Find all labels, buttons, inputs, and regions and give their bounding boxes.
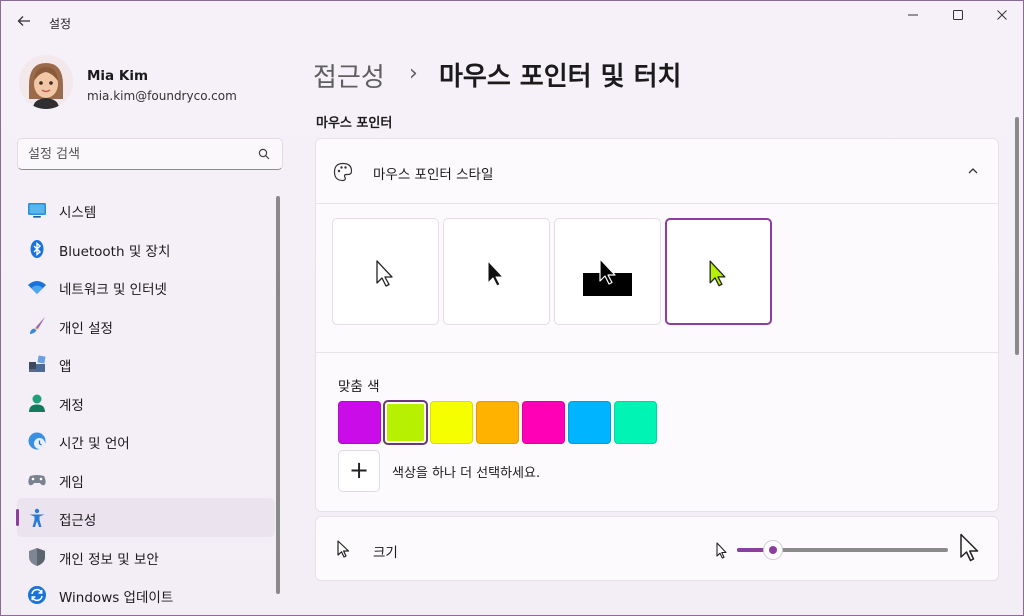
- color-swatch-lime[interactable]: [383, 400, 428, 445]
- sidebar-item-accounts[interactable]: 계정: [17, 383, 275, 422]
- update-icon: [28, 586, 46, 604]
- breadcrumb-separator: ›: [409, 61, 418, 86]
- pointer-style-black[interactable]: [443, 218, 550, 325]
- system-icon: [28, 203, 46, 218]
- minimize-icon: [908, 14, 918, 16]
- sidebar-item-windows-update[interactable]: Windows 업데이트: [17, 575, 275, 614]
- sidebar-item-label: 앱: [59, 359, 72, 375]
- sidebar-item-time-language[interactable]: 시간 및 언어: [17, 421, 275, 460]
- white-pointer-icon: [376, 260, 393, 287]
- accessibility-icon: [29, 508, 45, 527]
- sidebar-item-label: 개인 설정: [59, 320, 113, 337]
- selection-indicator: [16, 509, 19, 526]
- custom-color-label: 맞춤 색: [338, 379, 380, 395]
- sidebar-item-label: 게임: [59, 474, 84, 491]
- user-email: mia.kim@foundryco.com: [87, 89, 237, 103]
- back-button[interactable]: [13, 11, 35, 31]
- pointer-size-icon: [337, 540, 350, 558]
- back-arrow-icon: [17, 16, 30, 26]
- sidebar-item-label: Bluetooth 및 장치: [59, 243, 171, 260]
- minimize-button[interactable]: [893, 7, 933, 29]
- color-swatch-purple[interactable]: [338, 401, 381, 444]
- pointer-style-card: 마우스 포인터 스타일 맞춤 색 + 색상을 하나 더 선택하세요.: [315, 138, 999, 512]
- pointer-size-label: 크기: [373, 545, 398, 561]
- section-title: 마우스 포인터: [316, 116, 393, 131]
- add-color-button[interactable]: +: [338, 450, 380, 492]
- shield-icon: [29, 547, 45, 566]
- close-icon: [997, 10, 1007, 20]
- breadcrumb-parent[interactable]: 접근성: [313, 57, 385, 94]
- search-box[interactable]: [17, 138, 283, 170]
- pointer-style-white[interactable]: [332, 218, 439, 325]
- pointer-style-header[interactable]: 마우스 포인터 스타일: [316, 139, 998, 204]
- sidebar-item-label: 계정: [59, 397, 84, 414]
- gamepad-icon: [28, 474, 46, 485]
- color-swatch-pink[interactable]: [522, 401, 565, 444]
- pointer-size-card: 크기: [315, 516, 999, 581]
- sidebar-item-network[interactable]: 네트워크 및 인터넷: [17, 267, 275, 306]
- slider-thumb[interactable]: [762, 540, 783, 560]
- maximize-icon: [953, 10, 963, 20]
- search-icon[interactable]: [258, 148, 270, 160]
- sidebar-scrollbar[interactable]: [276, 196, 280, 594]
- pointer-style-label: 마우스 포인터 스타일: [373, 167, 494, 183]
- sidebar-item-privacy[interactable]: 개인 정보 및 보안: [17, 537, 275, 576]
- apps-icon: [29, 355, 46, 372]
- inverted-pointer-icon: [583, 258, 632, 296]
- sidebar-item-label: 네트워크 및 인터넷: [59, 282, 167, 298]
- sidebar-nav: 시스템 Bluetooth 및 장치 네트워크 및 인터넷 개인 설정 앱 계정…: [16, 190, 275, 614]
- sidebar-item-accessibility[interactable]: 접근성: [16, 498, 275, 537]
- small-pointer-icon: [716, 542, 727, 559]
- user-name: Mia Kim: [87, 68, 149, 84]
- color-swatch-blue[interactable]: [568, 401, 611, 444]
- app-title: 설정: [49, 17, 72, 31]
- wifi-icon: [28, 281, 46, 294]
- color-swatch-orange[interactable]: [476, 401, 519, 444]
- add-color-label: 색상을 하나 더 선택하세요.: [392, 466, 541, 481]
- avatar[interactable]: [19, 55, 73, 109]
- settings-window: 설정 Mia Kim mia.kim@foundryco.com 설정 검색 시…: [0, 0, 1024, 616]
- palette-icon: [333, 162, 353, 182]
- bluetooth-icon: [30, 239, 44, 258]
- sidebar-item-system[interactable]: 시스템: [17, 190, 275, 229]
- sidebar-item-label: Windows 업데이트: [59, 590, 174, 606]
- large-pointer-icon: [960, 533, 979, 562]
- page-title: 마우스 포인터 및 터치: [439, 62, 682, 92]
- sidebar-item-label: 개인 정보 및 보안: [59, 551, 159, 568]
- sidebar-item-label: 시스템: [59, 205, 97, 221]
- color-swatch-teal[interactable]: [614, 401, 657, 444]
- pointer-size-slider[interactable]: [737, 540, 948, 560]
- sidebar-item-bluetooth[interactable]: Bluetooth 및 장치: [17, 229, 275, 268]
- pointer-style-custom[interactable]: [665, 218, 772, 325]
- main-scrollbar[interactable]: [1015, 117, 1019, 355]
- account-icon: [29, 394, 45, 412]
- search-input[interactable]: [28, 145, 248, 163]
- brush-icon: [30, 316, 45, 334]
- title-bar: 설정: [1, 1, 1023, 41]
- sidebar-item-personalization[interactable]: 개인 설정: [17, 306, 275, 345]
- color-swatch-yellow[interactable]: [430, 401, 473, 444]
- custom-pointer-icon: [709, 260, 726, 287]
- card-divider: [316, 352, 998, 353]
- sidebar-item-gaming[interactable]: 게임: [17, 460, 275, 499]
- time-language-icon: [28, 432, 46, 450]
- sidebar-item-label: 시간 및 언어: [59, 436, 130, 452]
- avatar-image: [19, 55, 73, 109]
- sidebar-item-label: 접근성: [59, 513, 97, 529]
- chevron-up-icon[interactable]: [966, 164, 980, 178]
- pointer-style-inverted[interactable]: [554, 218, 661, 325]
- sidebar-item-apps[interactable]: 앱: [17, 344, 275, 383]
- maximize-button[interactable]: [938, 7, 978, 29]
- close-button[interactable]: [982, 7, 1022, 29]
- black-pointer-icon: [487, 260, 504, 287]
